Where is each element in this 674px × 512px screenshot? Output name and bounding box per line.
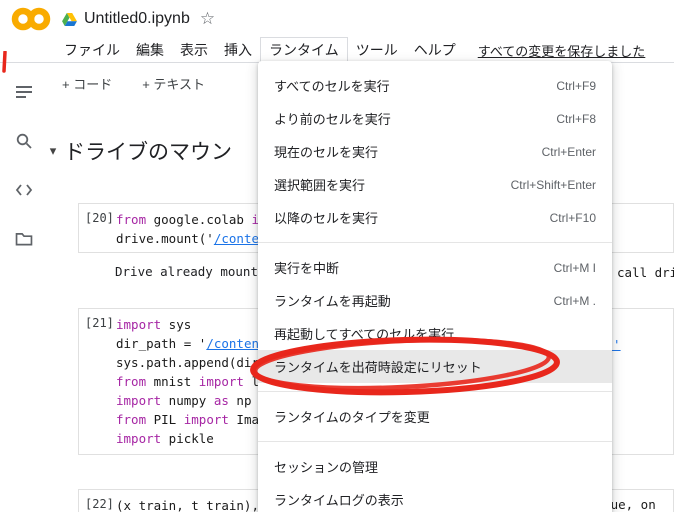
- menu-item-change-runtime-type[interactable]: ランタイムのタイプを変更: [258, 400, 612, 433]
- runtime-dropdown-menu: すべてのセルを実行 Ctrl+F9 より前のセルを実行 Ctrl+F8 現在のセルを実行…: [258, 61, 612, 512]
- menu-file[interactable]: ファイル: [56, 38, 128, 62]
- menu-item-run-after[interactable]: 以降のセルを実行 Ctrl+F10: [258, 201, 612, 234]
- section-heading: ▾ ドライブのマウン: [42, 136, 232, 166]
- add-text-button[interactable]: + テキスト: [136, 70, 211, 97]
- menu-tools[interactable]: ツール: [348, 38, 406, 62]
- notebook-title[interactable]: Untitled0.ipynb: [84, 10, 190, 28]
- cell-toolbar: + コード + テキスト: [56, 70, 211, 97]
- menu-item-run-focused[interactable]: 現在のセルを実行 Ctrl+Enter: [258, 135, 612, 168]
- menu-item-label: 現在のセルを実行: [274, 145, 379, 160]
- menu-item-shortcut: Ctrl+Shift+Enter: [510, 177, 596, 192]
- table-of-contents-icon[interactable]: [15, 84, 33, 100]
- menu-item-label: 以降のセルを実行: [274, 211, 379, 226]
- menu-item-shortcut: Ctrl+F9: [556, 78, 596, 93]
- menu-item-shortcut: Ctrl+F8: [556, 111, 596, 126]
- menu-item-shortcut: Ctrl+M .: [553, 293, 596, 308]
- menu-item-shortcut: Ctrl+M I: [553, 260, 596, 275]
- menu-group: ランタイムのタイプを変更: [258, 391, 612, 433]
- cell-execution-count: [20]: [85, 211, 114, 225]
- drive-icon: [62, 12, 77, 26]
- menu-item-label: 再起動してすべてのセルを実行: [274, 327, 455, 342]
- menu-insert[interactable]: 挿入: [216, 38, 260, 62]
- files-folder-icon[interactable]: [15, 231, 33, 247]
- star-icon[interactable]: ☆: [200, 9, 215, 29]
- output-text-right-fragment: call dri: [617, 265, 674, 280]
- menu-edit[interactable]: 編集: [128, 38, 172, 62]
- colab-logo-icon[interactable]: [8, 6, 54, 32]
- menu-group: 実行を中断 Ctrl+M I ランタイムを再起動 Ctrl+M . 再起動してすべてのセ…: [258, 242, 612, 383]
- menu-item-label: より前のセルを実行: [274, 112, 391, 127]
- menu-item-shortcut: Ctrl+Enter: [541, 144, 596, 159]
- menu-item-factory-reset[interactable]: ランタイムを出荷時設定にリセット: [258, 350, 612, 383]
- menu-item-interrupt[interactable]: 実行を中断 Ctrl+M I: [258, 251, 612, 284]
- menu-item-run-before[interactable]: より前のセルを実行 Ctrl+F8: [258, 102, 612, 135]
- menu-group: セッションの管理ランタイムログの表示: [258, 441, 612, 512]
- cell-execution-count: [22]: [85, 497, 114, 511]
- menu-item-manage-sessions[interactable]: セッションの管理: [258, 450, 612, 483]
- menu-row: ファイル 編集 表示 挿入 ランタイム ツール ヘルプ すべての変更を保存しました: [0, 37, 674, 63]
- menu-item-run-selection[interactable]: 選択範囲を実行 Ctrl+Shift+Enter: [258, 168, 612, 201]
- menu-item-label: ランタイムログの表示: [274, 493, 404, 508]
- cell-execution-count: [21]: [85, 316, 114, 330]
- search-icon[interactable]: [15, 133, 33, 149]
- menu-item-restart-runtime[interactable]: ランタイムを再起動 Ctrl+M .: [258, 284, 612, 317]
- title-row: Untitled0.ipynb ☆: [0, 0, 674, 38]
- menu-item-label: 選択範囲を実行: [274, 178, 366, 193]
- collapse-arrow-icon[interactable]: ▾: [42, 143, 64, 159]
- menu-group: すべてのセルを実行 Ctrl+F9 より前のセルを実行 Ctrl+F8 現在のセルを実行…: [258, 69, 612, 234]
- menu-item-show-runtime-logs[interactable]: ランタイムログの表示: [258, 483, 612, 512]
- menu-item-label: ランタイムのタイプを変更: [274, 410, 430, 425]
- menu-item-label: ランタイムを再起動: [274, 294, 391, 309]
- save-status-link[interactable]: すべての変更を保存しました: [478, 41, 646, 60]
- header: Untitled0.ipynb ☆ ファイル 編集 表示 挿入 ランタイム ツール ヘルプ …: [0, 0, 674, 63]
- menu-help[interactable]: ヘルプ: [406, 38, 464, 62]
- menu-item-shortcut: Ctrl+F10: [549, 210, 596, 225]
- menubar: ファイル 編集 表示 挿入 ランタイム ツール ヘルプ: [56, 37, 464, 63]
- menu-view[interactable]: 表示: [172, 38, 216, 62]
- menu-item-label: ランタイムを出荷時設定にリセット: [274, 360, 482, 375]
- add-code-button[interactable]: + コード: [56, 70, 118, 97]
- menu-item-label: セッションの管理: [274, 460, 379, 475]
- sidebar: [0, 64, 48, 512]
- section-title[interactable]: ドライブのマウン: [64, 136, 232, 166]
- menu-item-restart-run-all[interactable]: 再起動してすべてのセルを実行: [258, 317, 612, 350]
- menu-runtime[interactable]: ランタイム: [260, 37, 348, 63]
- colab-window: Untitled0.ipynb ☆ ファイル 編集 表示 挿入 ランタイム ツール ヘルプ …: [0, 0, 674, 512]
- menu-item-label: すべてのセルを実行: [274, 79, 390, 94]
- menu-item-label: 実行を中断: [274, 261, 340, 276]
- code-snippets-icon[interactable]: [15, 182, 33, 198]
- menu-item-run-all[interactable]: すべてのセルを実行 Ctrl+F9: [258, 69, 612, 102]
